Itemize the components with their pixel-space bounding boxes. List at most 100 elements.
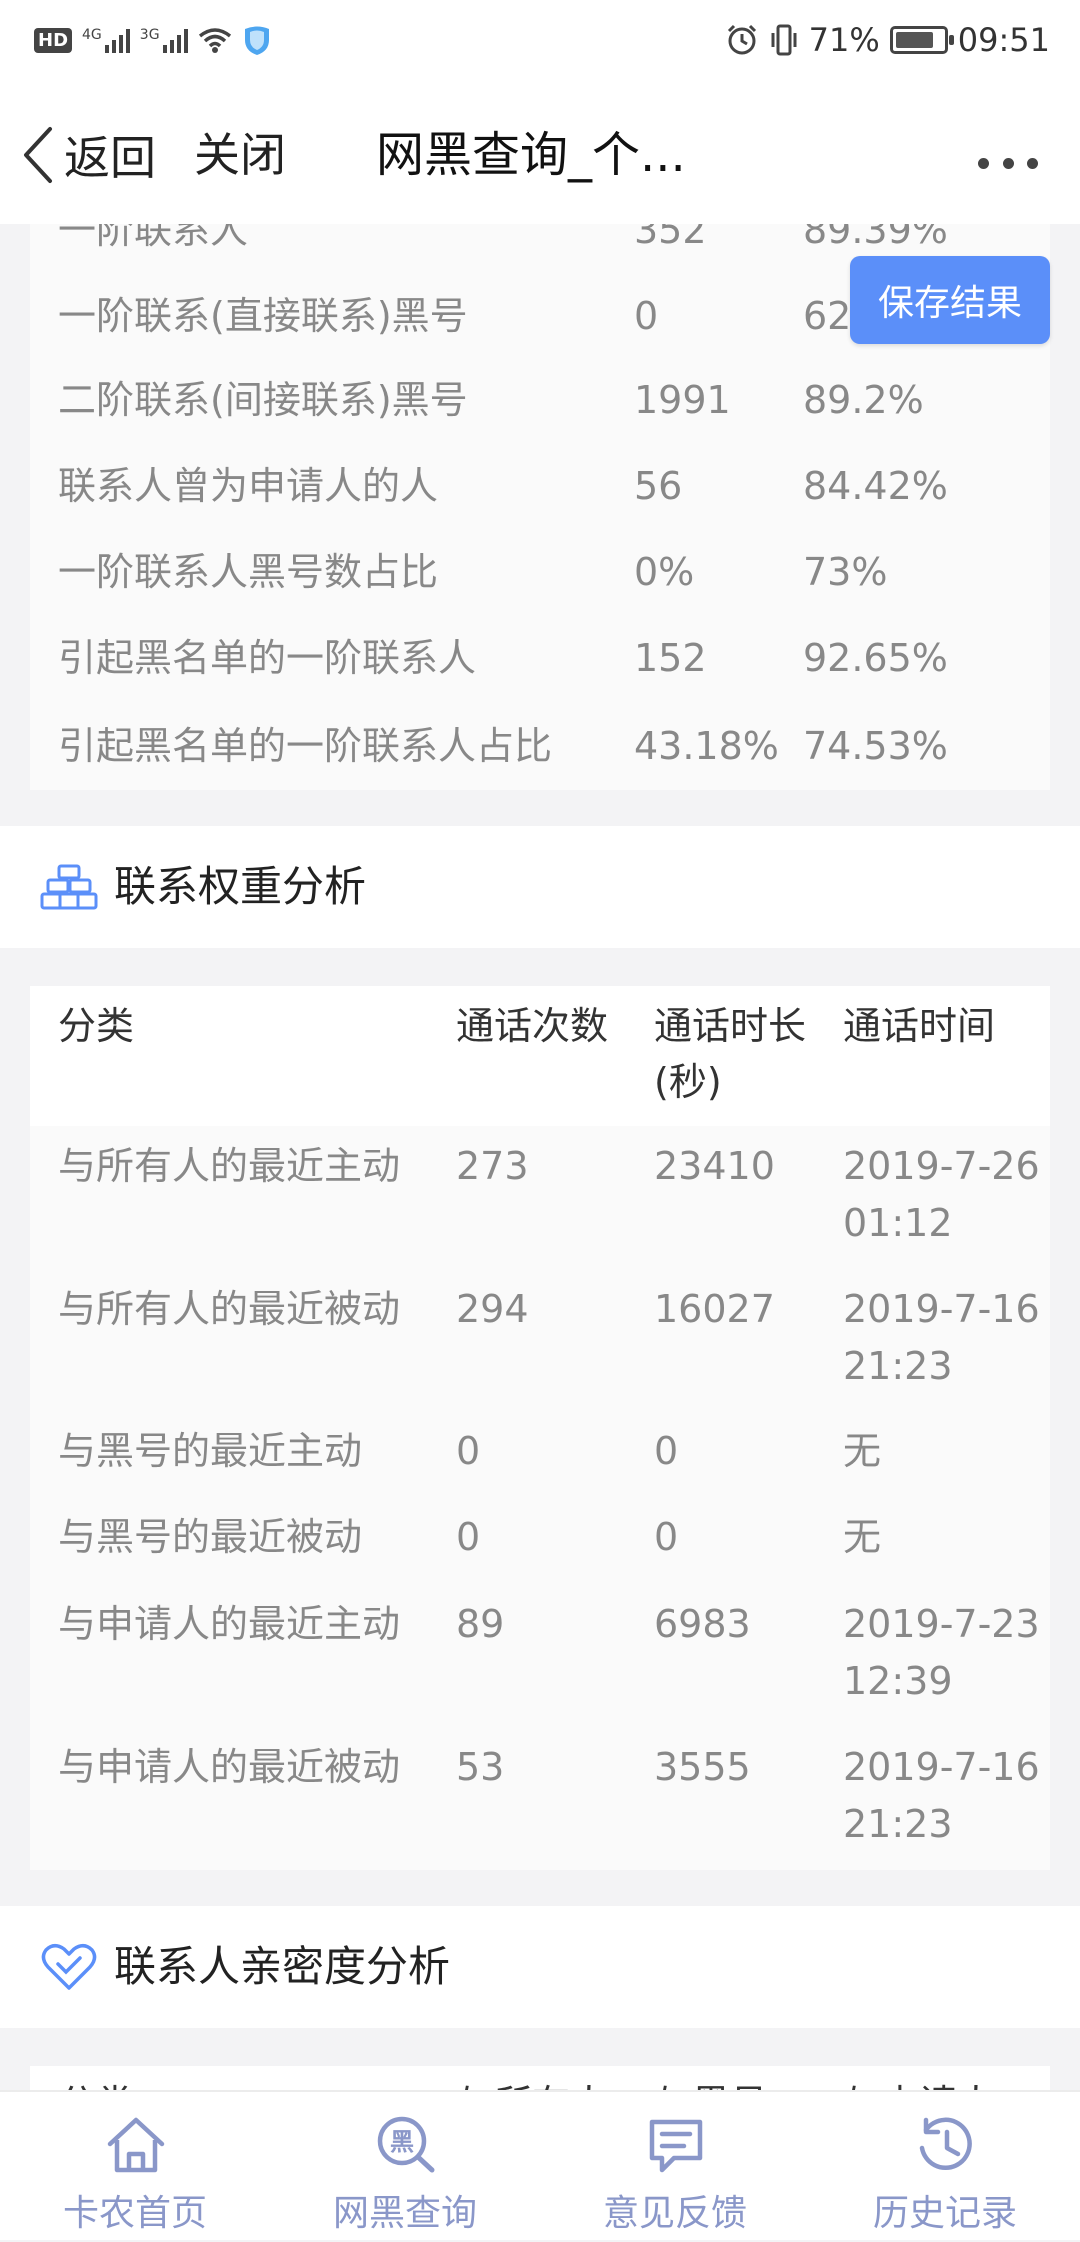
table-cell: 2019-7-16 [843,1287,1040,1331]
table-cell: 0 [654,1515,679,1559]
page-title: 网黑查询_个... [376,127,686,183]
table-cell: 与黑号的最近被动 [58,1515,363,1559]
signal-3g: 3G [140,27,188,53]
feedback-icon [649,2119,703,2173]
more-dot-icon [1002,157,1014,169]
table-row-count: 0% [634,550,695,594]
nav-header: 返回 关闭 网黑查询_个... [0,80,1080,224]
table-cell: 0 [654,1429,679,1473]
close-button[interactable]: 关闭 [194,120,286,190]
table-row-percent: 89.39% [803,224,948,252]
intimacy-table-header: 分类 与所有人 与黑号 与申请人 [30,2066,1050,2090]
tab-feedback[interactable]: 意见反馈 [540,2092,810,2242]
table-cell: 23410 [654,1144,775,1188]
table-row-label: 引起黑名单的一阶联系人 [58,636,477,680]
signal-4g: 4G [82,27,130,53]
table-row-count: 43.18% [634,724,779,768]
svg-text:黑: 黑 [390,2128,414,2156]
hd-indicator: HD [34,27,73,53]
table-row-count: 0 [634,294,659,338]
table-row-label: 引起黑名单的一阶联系人占比 [58,724,553,768]
column-header: 与所有人 [456,2076,608,2090]
table-cell: 与申请人的最近被动 [58,1745,401,1789]
table-row-label: 一阶联系(直接联系)黑号 [58,294,468,338]
table-cell: 2019-7-16 [843,1745,1040,1789]
more-dot-icon [978,157,989,169]
more-menu-button[interactable] [978,150,1038,176]
table-cell: 12:39 [843,1659,953,1703]
column-header: 通话次数 [456,1004,609,1048]
clock: 09:51 [957,21,1050,59]
tab-home[interactable]: 卡农首页 [0,2092,270,2242]
column-header: (秒) [654,1060,722,1104]
gold-bars-icon [40,864,98,910]
blacklist-search-icon: 黑 [377,2116,435,2173]
vibrate-icon [771,24,797,56]
status-bar: HD 4G 3G 71% 09:51 [0,0,1080,80]
tab-blacklist-search[interactable]: 黑 网黑查询 [270,2092,540,2242]
save-results-button[interactable]: 保存结果 [850,256,1050,344]
section-title: 联系权重分析 [114,862,367,911]
weight-table-body: 与所有人的最近主动 273 23410 2019-7-26 01:12 与所有人… [30,1126,1050,1870]
history-icon [919,2117,972,2171]
table-cell: 与申请人的最近主动 [58,1602,401,1646]
column-header: 通话时间 [843,1004,996,1048]
table-row-percent: 92.65% [803,636,948,680]
table-row-percent: 62 [803,294,852,338]
shield-icon [244,26,269,55]
table-cell: 无 [843,1515,882,1559]
table-row-percent: 84.42% [803,464,948,508]
scroll-content[interactable]: 一阶联系人 352 89.39% 一阶联系(直接联系)黑号 0 62 二阶联系(… [0,224,1080,2090]
back-label: 返回 [64,131,156,185]
table-row-label: 一阶联系人 [58,224,249,252]
table-cell: 53 [456,1745,505,1789]
table-row-label: 一阶联系人黑号数占比 [58,550,439,594]
table-row-label: 二阶联系(间接联系)黑号 [58,378,468,422]
section-title: 联系人亲密度分析 [114,1942,451,1991]
table-row-percent: 73% [803,550,888,594]
table-cell: 与所有人的最近主动 [58,1144,401,1188]
bottom-tab-bar: 卡农首页 黑 网黑查询 意见反馈 历史记录 [0,2090,1080,2240]
table-cell: 294 [456,1287,529,1331]
column-header: 分类 [58,1004,135,1048]
table-row-count: 352 [634,224,707,252]
weight-table-header: 分类 通话次数 通话时长 (秒) 通话时间 [30,986,1050,1126]
back-arrow-icon [24,127,52,183]
column-header: 与黑号 [654,2076,768,2090]
table-cell: 0 [456,1429,481,1473]
battery-percent: 71% [808,21,880,59]
tab-label: 历史记录 [872,2193,1017,2234]
tab-label: 网黑查询 [332,2193,477,2234]
table-cell: 2019-7-23 [843,1602,1040,1646]
table-cell: 21:23 [843,1802,953,1846]
tab-history[interactable]: 历史记录 [810,2092,1080,2242]
table-cell: 无 [843,1429,882,1473]
battery-icon [889,26,954,54]
home-icon [107,2117,165,2173]
table-cell: 与黑号的最近主动 [58,1429,363,1473]
table-cell: 89 [456,1602,505,1646]
table-cell: 273 [456,1144,529,1188]
table-cell: 16027 [654,1287,775,1331]
table-cell: 2019-7-26 [843,1144,1040,1188]
more-dot-icon [1027,157,1038,169]
table-row-count: 152 [634,636,707,680]
weight-analysis-header: 联系权重分析 [0,826,1080,948]
table-row-count: 1991 [634,378,731,422]
heart-icon [41,1944,97,1990]
table-cell: 3555 [654,1745,751,1789]
alarm-icon [727,24,756,55]
table-cell: 0 [456,1515,481,1559]
column-header: 通话时长 [654,1004,807,1048]
back-button[interactable]: 返回 [20,120,156,190]
column-header: 与申请人 [843,2076,995,2090]
table-cell: 21:23 [843,1344,953,1388]
column-header: 分类 [58,2076,134,2090]
wifi-icon [198,28,231,53]
intimacy-analysis-header: 联系人亲密度分析 [0,1906,1080,2028]
table-row-count: 56 [634,464,683,508]
table-row-percent: 89.2% [803,378,924,422]
tab-label: 意见反馈 [602,2193,747,2234]
table-cell: 01:12 [843,1201,953,1245]
table-cell: 6983 [654,1602,751,1646]
